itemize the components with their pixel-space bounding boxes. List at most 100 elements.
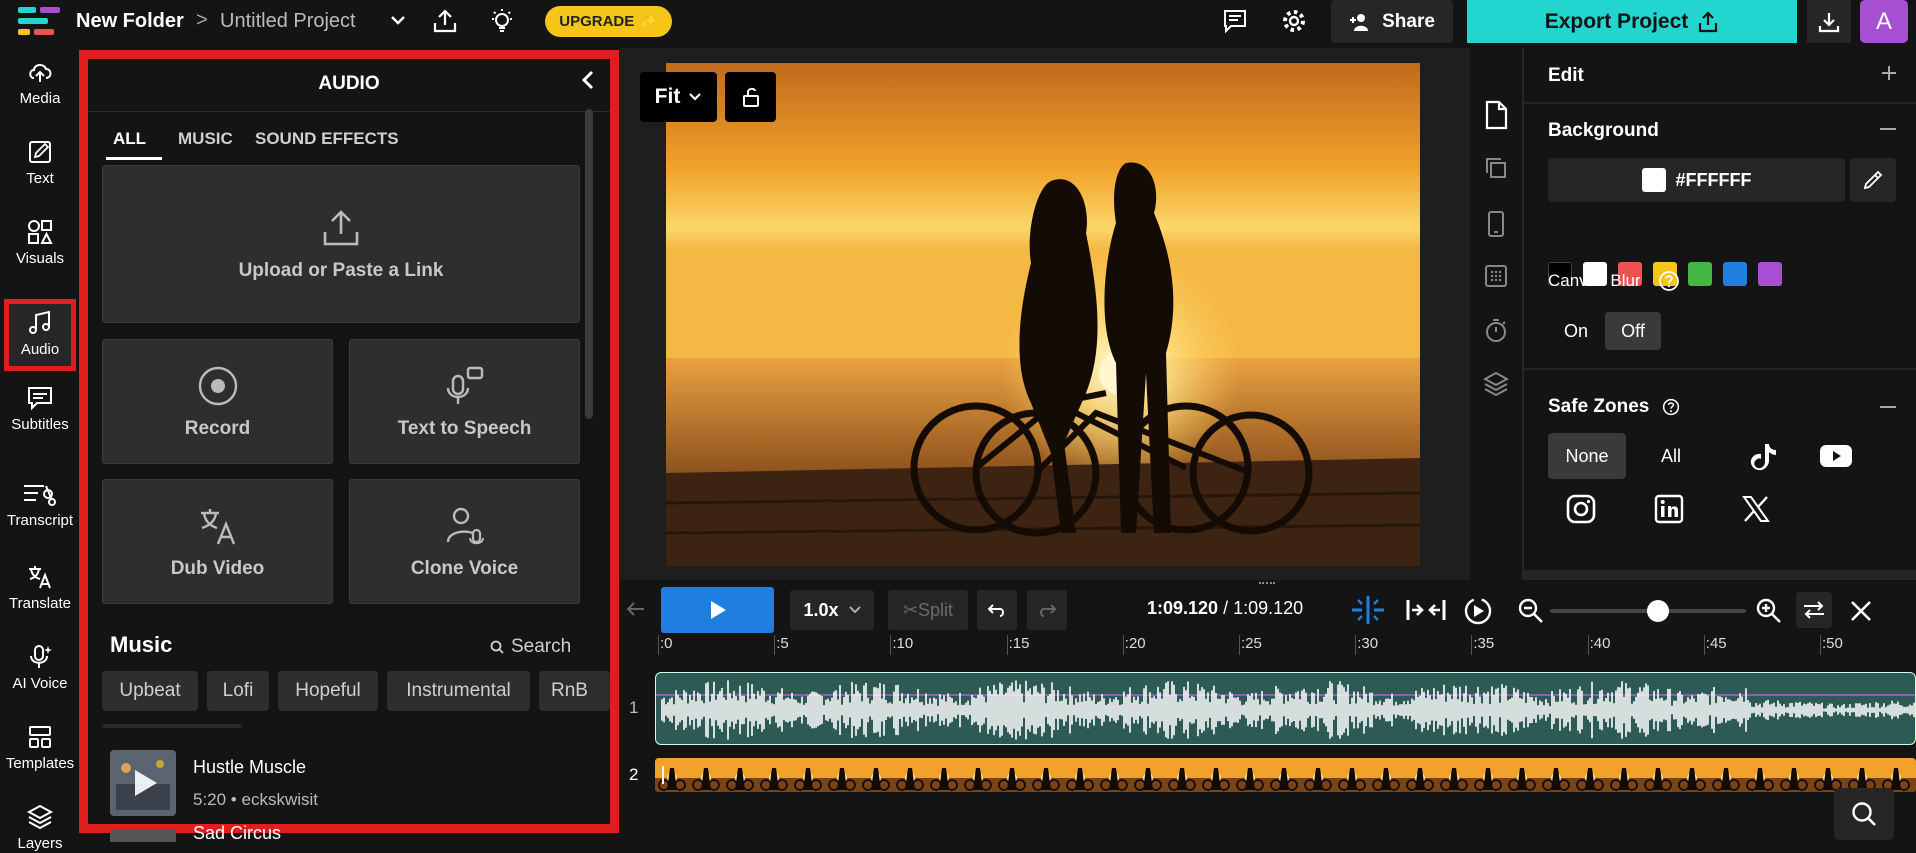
duplicate-icon[interactable] [1484,156,1508,180]
record-card[interactable]: Record [102,339,333,464]
help-icon[interactable] [1658,270,1680,292]
track-thumbnail[interactable] [110,750,176,816]
background-color-input[interactable]: #FFFFFF [1548,158,1845,202]
color-swatch-blue[interactable] [1723,262,1747,286]
color-swatch-green[interactable] [1688,262,1712,286]
sidebar-item-transcript[interactable]: Transcript [0,480,80,529]
playback-speed-dropdown[interactable]: 1.0x [790,590,874,630]
snap-icon[interactable] [1348,594,1388,626]
chevron-down-icon[interactable] [390,14,406,26]
play-button[interactable] [661,587,774,633]
genre-chip-instrumental[interactable]: Instrumental [387,671,530,711]
avatar[interactable]: A [1860,0,1908,43]
blur-off-toggle[interactable]: Off [1605,312,1661,350]
close-timeline-icon[interactable] [1849,599,1873,623]
chip-scroll-indicator[interactable] [102,724,242,728]
mobile-preview-icon[interactable] [1485,210,1507,238]
swap-button[interactable] [1796,592,1832,628]
genre-chip-rnb[interactable]: RnB [539,671,610,711]
scissors-icon: ✂ [902,599,919,620]
ruler-label: :25 [1241,635,1262,652]
loop-play-icon[interactable] [1463,596,1493,626]
comments-icon[interactable] [1222,8,1248,34]
dub-video-card[interactable]: Dub Video [102,479,333,604]
subtitles-icon [28,387,52,411]
settings-gear-icon[interactable] [1281,8,1307,34]
sidebar-item-visuals[interactable]: Visuals [0,218,80,267]
collapse-icon[interactable] [1880,128,1896,130]
fit-timeline-icon[interactable] [1406,598,1446,622]
tab-music[interactable]: MUSIC [178,129,233,149]
clone-voice-card[interactable]: Clone Voice [349,479,580,604]
collapse-panel-icon[interactable] [580,69,596,91]
split-button[interactable]: ✂ Split [888,590,968,630]
sidebar-item-ai-voice[interactable]: AI Voice [0,643,80,692]
download-button[interactable] [1807,0,1851,43]
tab-all[interactable]: ALL [113,129,146,149]
share-button[interactable]: Share [1331,0,1453,43]
tab-sound-effects[interactable]: SOUND EFFECTS [255,129,399,149]
app-logo-icon[interactable] [18,5,62,37]
record-icon [198,366,237,405]
redo-button[interactable] [1027,590,1067,630]
add-icon[interactable] [1880,64,1898,82]
collapse-icon[interactable] [1880,406,1896,408]
undo-button[interactable] [977,590,1017,630]
sidebar-item-templates[interactable]: Templates [0,723,80,772]
panel-scrollbar[interactable] [585,109,593,419]
zoom-slider-handle[interactable] [1646,600,1669,622]
safe-zone-all[interactable]: All [1638,433,1704,479]
sidebar-item-layers[interactable]: Layers [0,803,80,852]
tiktok-icon[interactable] [1750,442,1778,472]
project-name[interactable]: Untitled Project [220,10,356,33]
track-meta: 5:20 • eckskwisit [193,790,318,809]
linkedin-icon[interactable] [1654,494,1684,524]
document-icon[interactable] [1482,100,1510,130]
lightbulb-icon[interactable] [488,7,516,35]
video-track-clip[interactable] [655,758,1916,792]
upload-link-card[interactable]: Upload or Paste a Link [102,165,580,323]
track-title[interactable]: Hustle Muscle [193,757,306,778]
color-swatch-purple[interactable] [1758,262,1782,286]
music-search-button[interactable]: Search [490,636,571,658]
sidebar-item-audio[interactable]: Audio [4,299,76,371]
zoom-in-icon[interactable] [1756,598,1782,624]
instagram-icon[interactable] [1566,494,1596,524]
genre-chip-upbeat[interactable]: Upbeat [102,671,198,711]
genre-chip-lofi[interactable]: Lofi [207,671,269,711]
zoom-out-icon[interactable] [1518,598,1544,624]
track-title[interactable]: Sad Circus [193,824,281,842]
audio-track-clip[interactable] [655,672,1916,745]
sidebar-item-media[interactable]: Media [0,58,80,107]
fit-label: Fit [654,85,681,108]
resize-handle[interactable] [1259,582,1275,585]
blur-on-toggle[interactable]: On [1548,312,1604,350]
x-twitter-icon[interactable] [1742,496,1770,522]
sidebar-item-text[interactable]: Text [0,138,80,187]
sidebar-item-label: Audio [20,341,60,358]
timer-icon[interactable] [1484,318,1508,344]
video-preview[interactable] [666,63,1420,566]
sidebar-item-translate[interactable]: Translate [0,563,80,612]
search-button[interactable] [1834,788,1894,840]
track-thumbnail[interactable] [110,829,176,842]
folder-name[interactable]: New Folder [76,10,184,33]
fit-dropdown[interactable]: Fit [640,72,717,122]
ruler-label: :35 [1473,635,1495,652]
current-time: 1:09.120 [1147,598,1219,618]
layers-stack-icon[interactable] [1483,370,1509,396]
export-project-button[interactable]: Export Project [1467,0,1797,43]
share-upload-icon[interactable] [432,8,458,34]
text-to-speech-card[interactable]: Text to Speech [349,339,580,464]
sidebar-item-subtitles[interactable]: Subtitles [0,384,80,433]
eyedropper-button[interactable] [1850,158,1896,202]
grid-icon[interactable] [1484,264,1508,288]
help-icon[interactable] [1662,398,1680,416]
collapse-left-icon[interactable] [626,601,646,617]
genre-chip-hopeful[interactable]: Hopeful [278,671,378,711]
aspect-lock-button[interactable] [725,72,776,122]
safe-zone-none[interactable]: None [1548,433,1626,479]
music-heading: Music [110,632,173,657]
youtube-icon[interactable] [1819,443,1853,469]
upgrade-button[interactable]: UPGRADE ✨ [545,6,672,37]
